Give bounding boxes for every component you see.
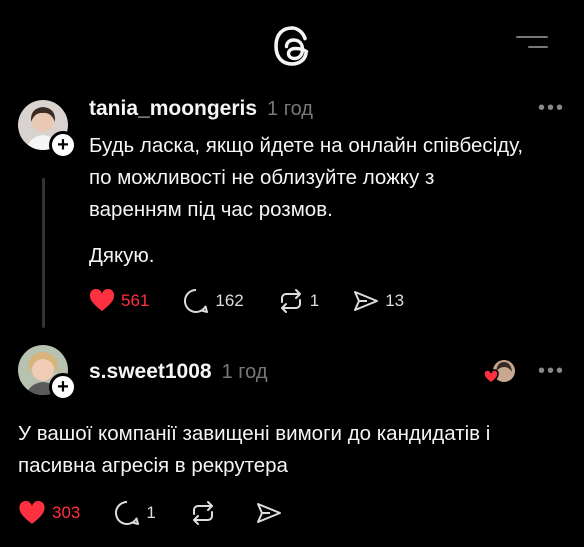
comment-count: 162 — [215, 291, 244, 310]
share-count: 13 — [385, 291, 405, 310]
thread-line — [42, 178, 45, 328]
username[interactable]: s.sweet1008 — [89, 360, 212, 383]
repost-count: 1 — [309, 291, 320, 310]
like-button[interactable]: 561 — [89, 289, 149, 313]
post-text: У вашої компанії завищені вимоги до канд… — [18, 418, 490, 482]
repost-icon — [192, 501, 213, 525]
liked-by-author-badge — [483, 358, 517, 391]
username[interactable]: tania_moongeris — [89, 97, 257, 120]
repost-button[interactable]: 1 — [278, 289, 319, 313]
comment-button[interactable]: 1 — [114, 500, 156, 526]
more-options-icon[interactable]: ••• — [538, 97, 565, 120]
like-count: 561 — [121, 291, 150, 310]
post-text: Будь ласка, якщо йдете на онлайн співбес… — [89, 130, 523, 272]
share-icon — [256, 503, 281, 523]
like-count: 303 — [52, 503, 81, 522]
menu-icon[interactable] — [516, 36, 548, 54]
post-time: 1 год — [267, 98, 313, 120]
comment-icon — [115, 500, 140, 525]
share-button[interactable] — [256, 501, 288, 525]
like-button[interactable]: 303 — [18, 500, 81, 526]
repost-button[interactable] — [190, 501, 222, 525]
follow-plus-icon[interactable]: + — [49, 373, 77, 401]
comment-icon — [184, 288, 209, 313]
share-icon — [354, 291, 379, 311]
heart-icon — [19, 500, 45, 524]
post-text-line: варенням під час розмов. — [89, 198, 333, 221]
post-text-line: по можливості не облизуйте ложку з — [89, 166, 435, 189]
post-text-line: Дякую. — [89, 244, 155, 267]
comment-button[interactable]: 162 — [183, 288, 244, 314]
repost-icon — [280, 289, 301, 313]
post-text-line: Будь ласка, якщо йдете на онлайн співбес… — [89, 134, 524, 157]
heart-icon — [89, 289, 115, 311]
threads-logo-icon[interactable] — [270, 24, 314, 68]
follow-plus-icon[interactable]: + — [49, 131, 77, 159]
post-time: 1 год — [221, 361, 268, 383]
post-text-line: пасивна агресія в рекрутера — [18, 454, 288, 477]
comment-count: 1 — [146, 503, 156, 522]
post-text-line: У вашої компанії завищені вимоги до канд… — [18, 422, 491, 445]
share-button[interactable]: 13 — [353, 289, 404, 313]
heart-icon — [483, 369, 499, 384]
more-options-icon[interactable]: ••• — [538, 360, 565, 383]
